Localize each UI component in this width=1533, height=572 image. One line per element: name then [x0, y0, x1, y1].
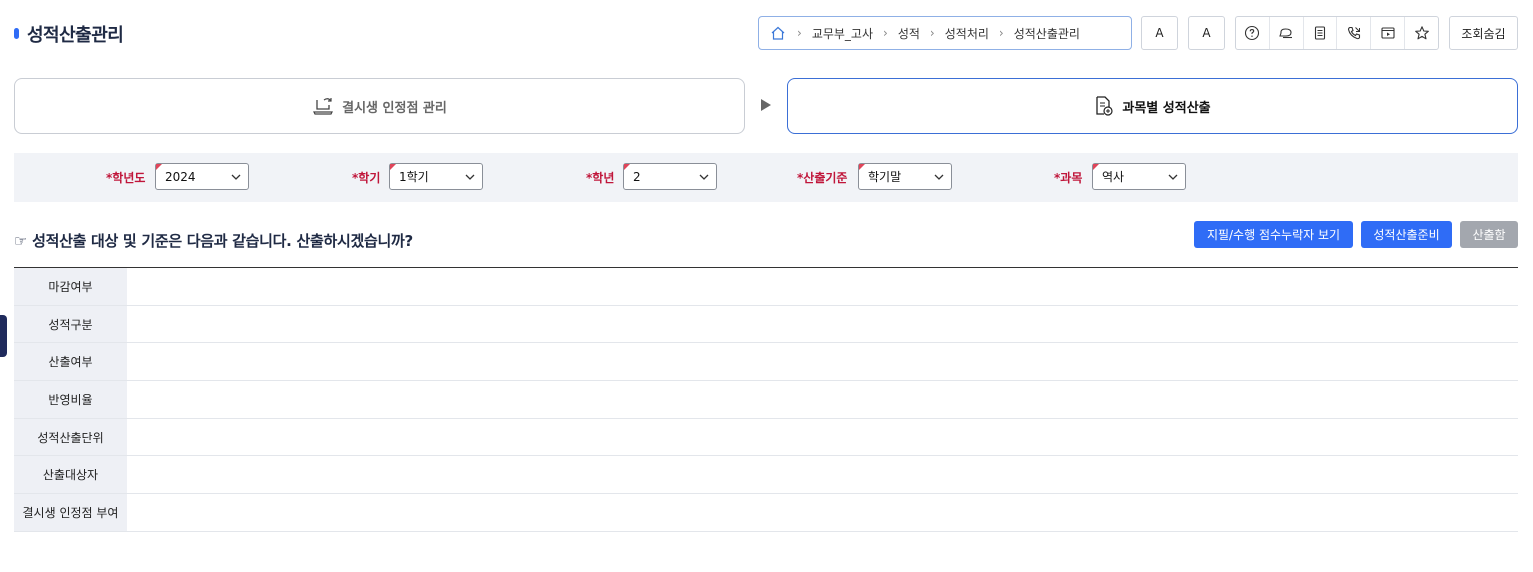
side-panel-toggle[interactable] [0, 315, 7, 357]
table-row: 산출여부 [14, 343, 1518, 382]
prepare-calculation-button[interactable]: 성적산출준비 [1361, 221, 1452, 248]
row-header: 성적산출단위 [14, 418, 127, 456]
grade-select[interactable]: 2 [623, 163, 717, 190]
semester-select-value: 1학기 [399, 170, 429, 184]
row-header: 결시생 인정점 부여 [14, 494, 127, 531]
row-header: 성적구분 [14, 305, 127, 343]
row-header: 마감여부 [14, 268, 127, 305]
calculate-button[interactable]: 산출함 [1460, 221, 1518, 248]
phone-icon[interactable] [1337, 17, 1372, 49]
calculation-info-table: 마감여부 성적구분 산출여부 반영비율 성적산출단위 산출대상자 결시생 인정점… [14, 267, 1518, 532]
chevron-down-icon [465, 174, 475, 180]
chevron-down-icon [231, 174, 241, 180]
page-title: 성적산출관리 [27, 25, 124, 46]
hide-search-button[interactable]: 조회숨김 [1449, 16, 1518, 50]
row-header: 산출대상자 [14, 456, 127, 494]
star-icon[interactable] [1405, 17, 1438, 49]
font-size-decrease-button[interactable]: A [1188, 16, 1225, 50]
row-header: 반영비율 [14, 381, 127, 418]
help-icon[interactable] [1236, 17, 1270, 49]
video-icon[interactable] [1371, 17, 1406, 49]
row-value [127, 494, 1518, 531]
year-select-value: 2024 [165, 169, 196, 184]
table-row: 마감여부 [14, 268, 1518, 306]
table-row: 성적산출단위 [14, 418, 1518, 457]
font-size-increase-button[interactable]: A [1141, 16, 1178, 50]
chevron-down-icon [934, 174, 944, 180]
subject-label: *과목 [1054, 171, 1083, 185]
step-arrow-icon [761, 99, 771, 111]
document-add-icon [1094, 95, 1114, 117]
row-header: 산출여부 [14, 343, 127, 381]
semester-label: *학기 [352, 171, 381, 185]
chevron-right-icon: › [797, 26, 802, 40]
table-row: 반영비율 [14, 381, 1518, 419]
chevron-down-icon [1168, 174, 1178, 180]
row-value [127, 343, 1518, 381]
home-icon[interactable] [769, 24, 787, 42]
year-select[interactable]: 2024 [155, 163, 249, 190]
year-label: *학년도 [106, 171, 146, 185]
title-marker [14, 28, 19, 39]
breadcrumb-item-current[interactable]: 성적산출관리 [1014, 25, 1080, 42]
breadcrumb: › 교무부_고사 › 성적 › 성적처리 › 성적산출관리 [758, 16, 1132, 50]
row-value [127, 268, 1518, 305]
subject-select[interactable]: 역사 [1092, 163, 1186, 190]
chat-icon[interactable] [1270, 17, 1304, 49]
row-value [127, 305, 1518, 343]
breadcrumb-item[interactable]: 성적처리 [945, 25, 989, 42]
grade-select-value: 2 [633, 169, 641, 184]
breadcrumb-item[interactable]: 교무부_고사 [812, 25, 873, 42]
section-title: ☞ 성적산출 대상 및 기준은 다음과 같습니다. 산출하시겠습니까? [14, 232, 413, 250]
chevron-right-icon: › [883, 26, 888, 40]
breadcrumb-item[interactable]: 성적 [898, 25, 920, 42]
document-icon[interactable] [1304, 17, 1338, 49]
calc-basis-select[interactable]: 학기말 [858, 163, 952, 190]
row-value [127, 456, 1518, 494]
header-icon-group [1235, 16, 1439, 50]
step-label: 결시생 인정점 관리 [342, 100, 447, 116]
calc-basis-select-value: 학기말 [868, 170, 902, 184]
view-missing-scores-button[interactable]: 지필/수행 점수누락자 보기 [1194, 221, 1353, 248]
step-label: 과목별 성적산출 [1122, 100, 1211, 116]
table-row: 성적구분 [14, 305, 1518, 344]
table-row: 산출대상자 [14, 456, 1518, 495]
row-value [127, 418, 1518, 456]
subject-select-value: 역사 [1102, 170, 1125, 184]
step-absent-score-management[interactable]: 결시생 인정점 관리 [14, 78, 745, 134]
chevron-right-icon: › [929, 26, 935, 40]
chevron-down-icon [699, 174, 709, 180]
semester-select[interactable]: 1학기 [389, 163, 483, 190]
step-subject-grade-calculation[interactable]: 과목별 성적산출 [787, 78, 1518, 134]
grade-label: *학년 [586, 171, 615, 185]
chevron-right-icon: › [998, 26, 1004, 40]
laptop-refresh-icon [312, 96, 334, 116]
table-row: 결시생 인정점 부여 [14, 494, 1518, 532]
calc-basis-label: *산출기준 [797, 171, 848, 185]
row-value [127, 381, 1518, 418]
